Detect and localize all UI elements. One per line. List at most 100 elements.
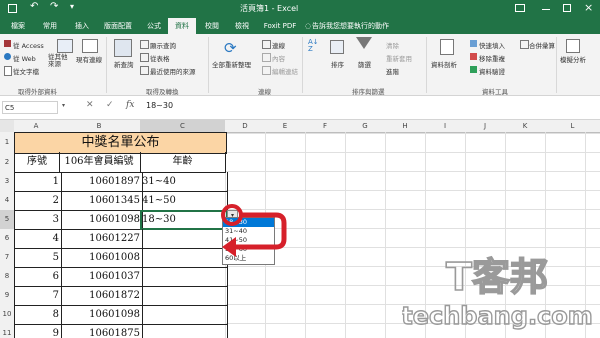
title-cell[interactable]: 中獎名單公布 (14, 132, 227, 154)
new-query-button[interactable]: 新查詢 (114, 59, 134, 69)
from-table-button[interactable]: 從表格 (150, 53, 170, 63)
tab-file[interactable]: 檔案 (4, 18, 32, 34)
close-icon[interactable]: × (584, 1, 593, 14)
customize-qat-icon[interactable]: ▾ (70, 2, 74, 11)
row-header-6[interactable]: 6 (0, 229, 15, 249)
cell-b9[interactable]: 10601872 (58, 286, 143, 306)
cell-c10[interactable] (140, 305, 228, 325)
sort-button[interactable]: 排序 (331, 59, 344, 69)
row-header-7[interactable]: 7 (0, 248, 15, 268)
edit-links-button[interactable]: 編輯連結 (272, 66, 298, 76)
tab-page-layout[interactable]: 版面配置 (100, 18, 136, 34)
cell-c9[interactable] (140, 286, 228, 306)
ribbon-options-icon[interactable] (515, 4, 525, 12)
reapply-button[interactable]: 重新套用 (386, 53, 412, 63)
row-header-2[interactable]: 2 (0, 152, 15, 173)
cell-a10[interactable]: 8 (14, 305, 62, 325)
row-header-4[interactable]: 4 (0, 191, 15, 211)
undo-icon[interactable]: ↶ (30, 1, 38, 12)
ribbon: 從 Access 從 Web 從文字檔 從其他來源 現有連線 取得外部資料 新查… (0, 34, 600, 96)
cancel-icon[interactable]: ✕ (86, 100, 94, 110)
tab-insert[interactable]: 插入 (68, 18, 96, 34)
cell-b8[interactable]: 10601037 (58, 267, 143, 287)
consolidate-button[interactable]: 合併彙算 (529, 40, 555, 50)
cell-a8[interactable]: 6 (14, 267, 62, 287)
cell-b3[interactable]: 10601897 (58, 172, 143, 192)
text-to-columns-button[interactable]: 資料剖析 (431, 59, 457, 69)
row-header-8[interactable]: 8 (0, 267, 15, 287)
row-header-1[interactable]: 1 (0, 132, 15, 153)
sort-az-icon: A↓ Z (308, 38, 319, 53)
cell-b10[interactable]: 10601098 (58, 305, 143, 325)
cell-a3[interactable]: 1 (14, 172, 62, 192)
tab-view[interactable]: 檢視 (228, 18, 256, 34)
row-header-11[interactable]: 11 (0, 324, 15, 338)
cell-b5[interactable]: 10601098 (58, 210, 143, 230)
tab-review[interactable]: 校閱 (198, 18, 226, 34)
show-queries-button[interactable]: 顯示查詢 (150, 40, 176, 50)
tab-foxit-pdf[interactable]: Foxit PDF (258, 18, 302, 34)
web-icon (4, 53, 11, 60)
cell-a11[interactable]: 9 (14, 324, 62, 338)
cell-a7[interactable]: 5 (14, 248, 62, 268)
remove-duplicates-button[interactable]: 移除重複 (479, 53, 505, 63)
tab-formulas[interactable]: 公式 (140, 18, 168, 34)
name-box-dropdown-icon[interactable]: ▾ (62, 102, 65, 109)
maximize-icon[interactable] (563, 4, 571, 12)
other-sources-button[interactable]: 從其他來源 (48, 54, 68, 68)
formula-content[interactable]: 18~30 (146, 101, 173, 110)
group-get-transform: 取得及轉換 (146, 88, 179, 96)
from-access-button[interactable]: 從 Access (13, 40, 44, 50)
title-bar: ↶ ↷ ▾ 活頁簿1 - Excel × (0, 0, 600, 18)
new-query-icon (114, 39, 132, 57)
cell-c11[interactable] (140, 324, 228, 338)
cell-b11[interactable]: 10601875 (58, 324, 143, 338)
existing-connections-button[interactable]: 現有連線 (76, 54, 102, 64)
connections-button[interactable]: 連線 (272, 40, 285, 50)
advanced-filter-button[interactable]: 進階 (386, 66, 399, 76)
from-text-button[interactable]: 從文字檔 (13, 66, 39, 76)
row-header-9[interactable]: 9 (0, 286, 15, 306)
row-header-10[interactable]: 10 (0, 305, 15, 325)
flash-fill-button[interactable]: 快速填入 (479, 40, 505, 50)
redo-icon[interactable]: ↷ (50, 1, 58, 12)
cell-a5[interactable]: 3 (14, 210, 62, 230)
row-header-3[interactable]: 3 (0, 172, 15, 192)
data-validation-button[interactable]: 資料驗證 (479, 66, 505, 76)
window-title: 活頁簿1 - Excel (240, 4, 299, 13)
tell-me-box[interactable]: 告訴我您想要執行的動作 (312, 18, 422, 34)
cell-b6[interactable]: 10601227 (58, 229, 143, 249)
clear-filter-button[interactable]: 清除 (386, 40, 399, 50)
header-age[interactable]: 年齡 (140, 152, 226, 173)
edit-links-icon (262, 66, 271, 75)
recent-sources-button[interactable]: 最近使用的來源 (150, 66, 196, 76)
refresh-all-button[interactable]: 全部重新整理 (212, 59, 251, 69)
from-web-button[interactable]: 從 Web (13, 53, 36, 63)
header-serial[interactable]: 序號 (14, 152, 60, 173)
cell-a6[interactable]: 4 (14, 229, 62, 249)
row-header-5[interactable]: 5 (0, 210, 15, 230)
lightbulb-icon: ◌ (304, 22, 312, 30)
group-external-data: 取得外部資料 (18, 88, 57, 96)
watermark-brand: T客邦 (446, 255, 548, 299)
formula-bar: C5 ▾ ✕ ✓ fx 18~30 (0, 96, 600, 120)
cell-a4[interactable]: 2 (14, 191, 62, 211)
ribbon-tabs: 檔案 常用 插入 版面配置 公式 資料 校閱 檢視 Foxit PDF ◌ 告訴… (0, 18, 600, 34)
header-member-id[interactable]: 106年會員編號 (58, 152, 141, 173)
flash-fill-icon (470, 40, 477, 47)
minimize-icon[interactable] (542, 9, 550, 10)
properties-button[interactable]: 內容 (272, 53, 285, 63)
filter-button[interactable]: 篩選 (358, 59, 371, 69)
enter-icon[interactable]: ✓ (106, 100, 114, 110)
watermark-domain: techbang.com (402, 302, 592, 330)
save-icon[interactable] (8, 4, 17, 13)
what-if-button[interactable]: 模擬分析 (560, 54, 586, 64)
insert-function-icon[interactable]: fx (126, 100, 134, 110)
cell-b7[interactable]: 10601008 (58, 248, 143, 268)
cell-a9[interactable]: 7 (14, 286, 62, 306)
cell-c3[interactable]: 31~40 (140, 172, 228, 192)
tab-home[interactable]: 常用 (36, 18, 64, 34)
cell-b4[interactable]: 10601345 (58, 191, 143, 211)
name-box[interactable]: C5 (2, 101, 58, 114)
tab-data[interactable]: 資料 (168, 18, 196, 34)
